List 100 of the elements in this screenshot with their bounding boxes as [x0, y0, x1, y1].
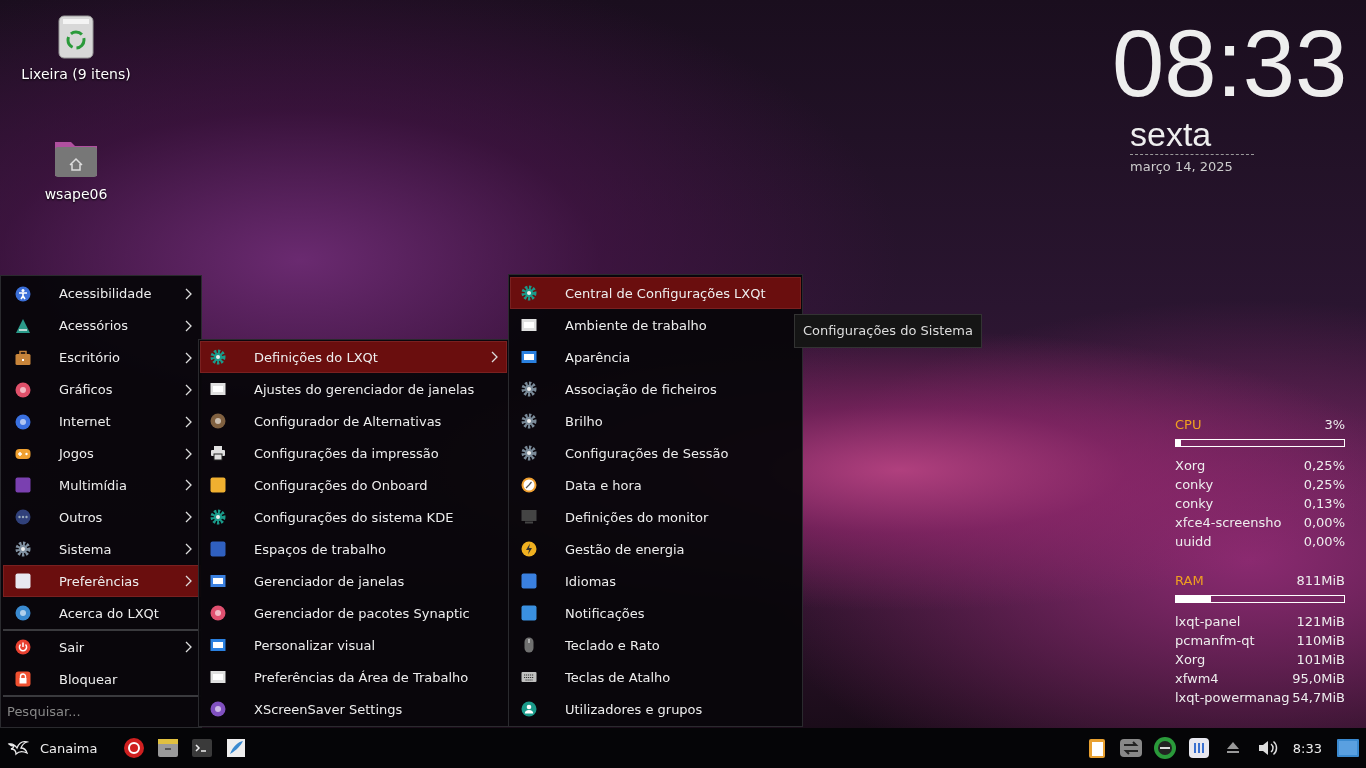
chevron-icon — [490, 351, 498, 363]
clock-icon — [521, 477, 537, 493]
chevron-icon — [184, 319, 192, 332]
menu-item[interactable]: Definições do LXQt — [200, 341, 507, 373]
menu-item[interactable]: Gráficos — [3, 373, 201, 406]
search-field[interactable]: Pesquisar... — [3, 697, 201, 727]
gear-icon — [521, 445, 537, 461]
process-value: 101MiB — [1296, 651, 1345, 669]
menu-item[interactable]: Teclas de Atalho — [510, 661, 801, 693]
folder-icon[interactable] — [155, 736, 180, 760]
briefcase-icon — [15, 349, 31, 366]
chevron-icon — [184, 415, 192, 428]
process-value: 121MiB — [1296, 613, 1345, 631]
user-icon — [521, 701, 537, 717]
status-circle-icon[interactable] — [1152, 736, 1177, 760]
start-button[interactable]: Canaima — [6, 736, 98, 760]
menu-item[interactable]: Configurações do sistema KDE — [200, 501, 507, 533]
terminal-icon[interactable] — [189, 736, 214, 760]
window-icon — [210, 669, 226, 685]
keyboard-icon — [521, 669, 537, 685]
process-name: conky — [1175, 495, 1214, 513]
chevron-icon — [184, 641, 192, 654]
printer-icon — [210, 445, 226, 461]
process-value: 54,7MiB — [1292, 689, 1345, 707]
menu-item[interactable]: Configurações do Onboard — [200, 469, 507, 501]
menu-item[interactable]: Personalizar visual — [200, 629, 507, 661]
monitor-total: 811MiB — [1296, 572, 1345, 590]
menu-item[interactable]: Teclado e Rato — [510, 629, 801, 661]
show-desktop-icon[interactable] — [1336, 736, 1360, 760]
process-name: xfwm4 — [1175, 670, 1219, 688]
date: março 14, 2025 — [1130, 154, 1254, 174]
circle-icon[interactable] — [121, 736, 146, 760]
process-value: 110MiB — [1296, 632, 1345, 650]
menu-item[interactable]: Central de Configurações LXQt — [510, 277, 801, 309]
menu-item[interactable]: Escritório — [3, 341, 201, 374]
menu-item[interactable]: Espaços de trabalho — [200, 533, 507, 565]
menu-item[interactable]: Configurações de Sessão — [510, 437, 801, 469]
process-name: Xorg — [1175, 457, 1206, 475]
menu-item[interactable]: Internet — [3, 405, 201, 438]
circle-icon — [15, 605, 31, 622]
gear-icon — [210, 349, 226, 365]
window-icon — [210, 381, 226, 397]
gear-icon — [210, 509, 226, 525]
chevron-icon — [184, 287, 192, 300]
menu-item[interactable]: Associação de ficheiros — [510, 373, 801, 405]
menu-item[interactable]: Bloquear — [3, 663, 201, 695]
desktop-icon-label[interactable]: wsape06 — [44, 186, 108, 202]
process-name: Xorg — [1175, 651, 1206, 669]
menu-item[interactable]: Sistema — [3, 533, 201, 566]
menu-item[interactable]: Gerenciador de pacotes Synaptic — [200, 597, 507, 629]
clock-time: 08:33 — [1112, 14, 1348, 114]
gear-icon — [521, 413, 537, 429]
process-value: 0,25% — [1303, 476, 1345, 494]
more-icon — [15, 509, 31, 526]
chevron-icon — [184, 511, 192, 524]
network-icon[interactable] — [1118, 736, 1143, 760]
gear-icon — [521, 285, 537, 301]
circle-icon — [210, 413, 226, 429]
process-name: uuidd — [1175, 533, 1212, 551]
chevron-icon — [184, 383, 192, 396]
chevron-icon — [184, 543, 192, 556]
menu-item[interactable]: Configurações da impressão — [200, 437, 507, 469]
desktop-icon-label[interactable]: Lixeira (9 itens) — [21, 66, 131, 82]
menu-item[interactable]: Sair — [3, 631, 201, 664]
menu-item[interactable]: Acessibilidade — [3, 278, 201, 310]
menu-item[interactable]: Acerca do LXQt — [3, 597, 201, 630]
menu-item[interactable]: Idiomas — [510, 565, 801, 597]
menu-item[interactable]: Preferências da Área de Trabalho — [200, 661, 507, 693]
menu-item[interactable]: Data e hora — [510, 469, 801, 501]
window-icon — [210, 573, 226, 589]
circle-icon — [210, 701, 226, 717]
menu-item[interactable]: Outros — [3, 501, 201, 534]
menu-item[interactable]: XScreenSaver Settings — [200, 693, 507, 725]
menu-item[interactable]: Utilizadores e grupos — [510, 693, 801, 725]
taskbar-clock[interactable]: 8:33 — [1292, 740, 1322, 756]
power-icon — [15, 639, 31, 656]
menu-item[interactable]: Preferências — [3, 565, 201, 598]
process-value: 0,00% — [1303, 514, 1345, 532]
square-icon — [210, 477, 226, 493]
window-icon — [521, 349, 537, 365]
monitor-heading: CPU — [1175, 416, 1202, 434]
square-icon — [15, 573, 31, 590]
menu-item[interactable]: Configurador de Alternativas — [200, 405, 507, 437]
menu-item[interactable]: Ajustes do gerenciador de janelas — [200, 373, 507, 405]
menu-item[interactable]: Gerenciador de janelas — [200, 565, 507, 597]
menu-item[interactable]: Multimídia — [3, 469, 201, 502]
window-icon — [210, 637, 226, 653]
process-name: lxqt-panel — [1175, 613, 1241, 631]
menu-item[interactable]: Definições do monitor — [510, 501, 801, 533]
menu-item[interactable]: Gestão de energia — [510, 533, 801, 565]
accessibility-icon — [15, 285, 31, 302]
bolt-icon — [521, 541, 537, 557]
menu-item[interactable]: Acessórios — [3, 309, 201, 342]
monitor-heading: RAM — [1175, 572, 1204, 590]
menu-item[interactable]: Brilho — [510, 405, 801, 437]
menu-item[interactable]: Jogos — [3, 437, 201, 470]
process-name: pcmanfm-qt — [1175, 632, 1255, 650]
tooltip: Configurações do Sistema — [794, 314, 982, 348]
process-value: 0,25% — [1303, 457, 1345, 475]
menu-item[interactable]: Notificações — [510, 597, 801, 629]
